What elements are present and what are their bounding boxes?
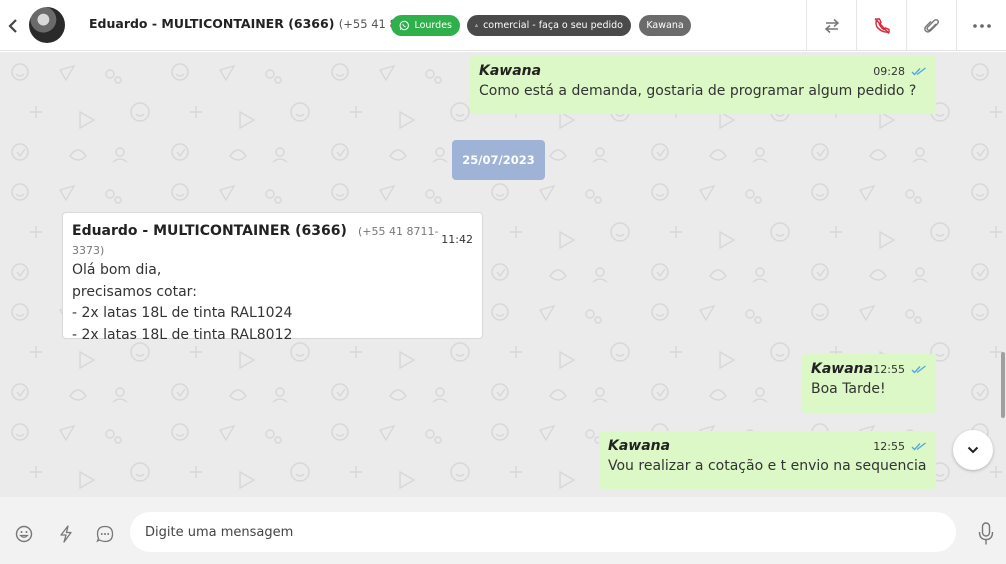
quick-reply-button[interactable] bbox=[56, 524, 76, 544]
message-line: - 2x latas 18L de tinta RAL8012 bbox=[72, 326, 293, 343]
message-outgoing[interactable]: Kawana 12:55 Vou realizar a cotação e t … bbox=[599, 431, 936, 489]
tag-lourdes[interactable]: Lourdes bbox=[391, 15, 460, 36]
sitemap-icon bbox=[475, 24, 478, 27]
message-outgoing[interactable]: Kawana 09:28 Como está a demanda, gostar… bbox=[470, 56, 936, 114]
message-text: Boa Tarde! bbox=[811, 381, 886, 397]
message-line: - 2x latas 18L de tinta RAL1024 bbox=[72, 305, 293, 321]
quick-reply-icon bbox=[60, 525, 72, 543]
chat-bubble-icon bbox=[96, 525, 114, 543]
tag-label: Kawana bbox=[646, 20, 684, 31]
transfer-button[interactable] bbox=[806, 0, 856, 51]
message-composer bbox=[0, 497, 1006, 564]
contact-name: Eduardo - MULTICONTAINER (6366) bbox=[89, 16, 335, 31]
back-icon[interactable] bbox=[5, 16, 21, 36]
tag-label: Lourdes bbox=[414, 20, 452, 31]
message-outgoing[interactable]: Kawana 12:55 Boa Tarde! bbox=[802, 354, 936, 413]
avatar[interactable] bbox=[29, 7, 65, 43]
microphone-icon bbox=[978, 522, 994, 545]
chat-bubble-button[interactable] bbox=[95, 524, 115, 544]
tag-kawana[interactable]: Kawana bbox=[639, 15, 691, 36]
chat-header: Eduardo - MULTICONTAINER (6366) (+55 41 … bbox=[0, 0, 1006, 51]
read-ticks-icon bbox=[911, 441, 926, 450]
message-incoming[interactable]: Eduardo - MULTICONTAINER (6366) (+55 41 … bbox=[62, 212, 483, 343]
transfer-icon bbox=[824, 18, 839, 33]
message-text: Como está a demanda, gostaria de program… bbox=[479, 83, 917, 99]
scrollbar-thumb[interactable] bbox=[1001, 352, 1005, 418]
message-time: 11:42 bbox=[441, 232, 473, 246]
tag-label: comercial - faça o seu pedido bbox=[483, 20, 623, 31]
emoji-button[interactable] bbox=[14, 524, 34, 544]
message-line: Olá bom dia, bbox=[72, 262, 162, 278]
message-author: Kawana bbox=[608, 438, 671, 454]
message-text: Olá bom dia, precisamos cotar: - 2x lata… bbox=[72, 260, 473, 346]
end-call-icon bbox=[873, 17, 890, 34]
tag-comercial[interactable]: comercial - faça o seu pedido bbox=[467, 15, 631, 36]
emoji-icon bbox=[15, 525, 33, 543]
message-line: precisamos cotar: bbox=[72, 283, 197, 300]
message-time: 12:55 bbox=[873, 362, 905, 376]
read-ticks-icon bbox=[911, 364, 926, 373]
message-author: Kawana bbox=[479, 63, 542, 79]
more-options-icon bbox=[972, 23, 991, 28]
message-time: 09:28 bbox=[873, 64, 905, 78]
chat-area[interactable]: Kawana 09:28 Como está a demanda, gostar… bbox=[0, 52, 1006, 497]
message-author: Kawana bbox=[811, 361, 874, 377]
end-call-button[interactable] bbox=[856, 0, 906, 51]
chevron-down-icon bbox=[967, 446, 979, 454]
read-ticks-icon bbox=[911, 66, 926, 75]
scroll-to-bottom-button[interactable] bbox=[953, 430, 993, 470]
header-actions bbox=[806, 0, 1006, 51]
attach-button[interactable] bbox=[906, 0, 956, 51]
whatsapp-icon bbox=[399, 20, 409, 31]
message-text: Vou realizar a cotação e t envio na sequ… bbox=[608, 458, 927, 474]
message-input[interactable] bbox=[130, 512, 956, 552]
message-time: 12:55 bbox=[873, 439, 905, 453]
date-separator: 25/07/2023 bbox=[452, 140, 545, 180]
more-options-button[interactable] bbox=[956, 0, 1006, 51]
paperclip-icon bbox=[923, 18, 939, 33]
message-author: Eduardo - MULTICONTAINER (6366) bbox=[72, 223, 347, 239]
microphone-button[interactable] bbox=[976, 521, 996, 547]
